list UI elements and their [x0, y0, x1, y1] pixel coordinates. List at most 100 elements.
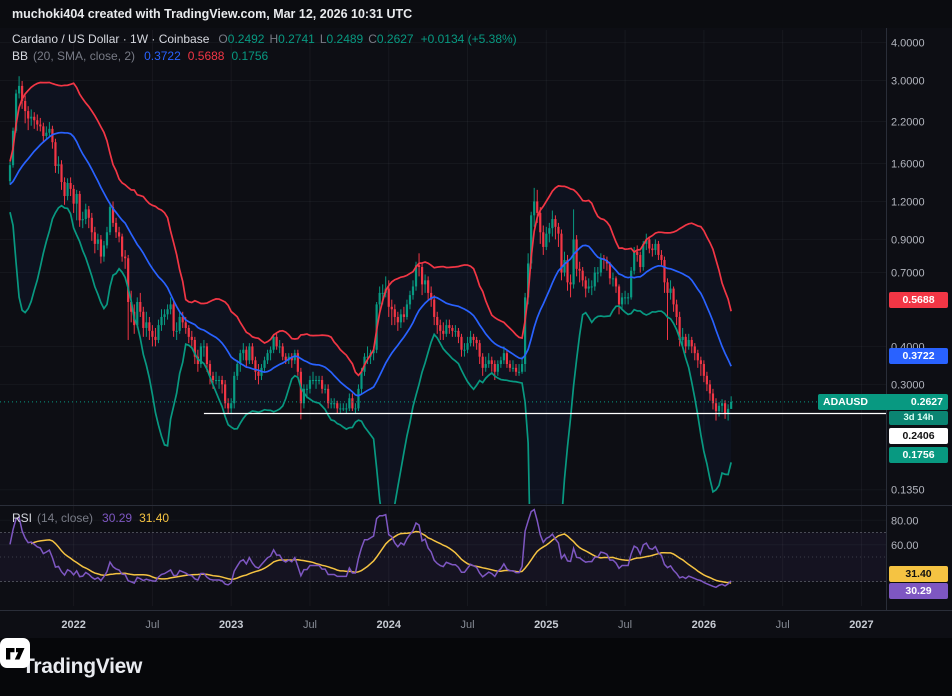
candle-body	[730, 401, 733, 409]
candle-body	[178, 316, 181, 331]
candle-body	[342, 408, 345, 410]
rsi-indicator-name[interactable]: RSI	[12, 511, 32, 525]
bb-upper-value: 0.5688	[187, 49, 225, 63]
low-label: L	[319, 32, 327, 46]
badge-symbol-price: ADAUSD 0.2627	[818, 393, 948, 410]
candle-body	[245, 349, 248, 361]
bb-indicator-name[interactable]: BB	[12, 49, 28, 63]
candle-body	[433, 299, 436, 317]
candle-body	[202, 346, 206, 348]
price-axis-label: 4.0000	[891, 38, 925, 50]
main-legend-row[interactable]: Cardano / US Dollar · 1W · Coinbase O 0.2…	[12, 32, 517, 46]
candle-body	[230, 403, 233, 409]
candle-body	[117, 232, 121, 237]
candle-body	[399, 314, 402, 323]
candle-body	[420, 267, 424, 285]
candle-body	[405, 304, 409, 317]
candle-body	[151, 330, 154, 337]
candle-body	[33, 116, 36, 121]
price-axis-label: 3.0000	[891, 76, 925, 88]
logo-tile	[0, 638, 30, 668]
candle-body	[593, 272, 596, 287]
candle-body	[657, 243, 660, 255]
candle-body	[236, 364, 239, 376]
candle-body	[569, 282, 572, 285]
low-value: 0.2489	[326, 32, 364, 46]
candle-body	[623, 297, 627, 299]
candle-body	[227, 403, 230, 409]
bb-legend-row[interactable]: BB (20, SMA, close, 2) 0.3722 0.5688 0.1…	[12, 49, 268, 63]
candle-body	[639, 254, 642, 268]
candle-body	[387, 288, 390, 307]
candle-body	[84, 209, 87, 220]
candle-body	[663, 259, 666, 283]
candle-body	[687, 339, 690, 347]
candle-body	[187, 327, 190, 337]
time-axis[interactable]: 2022 Jul 2023 Jul 2024 Jul 2025 Jul 2026 Jul 2027	[61, 619, 873, 631]
candle-body	[630, 270, 633, 298]
candle-body	[463, 349, 466, 351]
tradingview-wordmark[interactable]: TradingView	[22, 655, 142, 679]
candle-body	[233, 375, 236, 404]
top-bar: muchoki404 created with TradingView.com,…	[0, 0, 952, 28]
time-axis-label: Jul	[303, 619, 317, 631]
candle-body	[281, 346, 284, 357]
candle-body	[617, 286, 621, 305]
candle-body	[439, 325, 442, 331]
candle-body	[39, 124, 42, 127]
candle-body	[269, 349, 272, 354]
chart-canvas[interactable]: 4.0000 3.0000 2.2000 1.6000 1.2000 0.9000 0.70…	[0, 0, 952, 696]
candle-body	[551, 219, 554, 229]
candle-body	[442, 330, 445, 334]
badge-last-price: 0.2627	[910, 395, 943, 408]
candle-body	[611, 278, 615, 280]
candle-body	[205, 346, 209, 365]
candle-body	[505, 353, 509, 365]
candle-body	[520, 364, 524, 372]
rsi-value: 30.29	[102, 511, 133, 525]
candle-body	[69, 183, 72, 189]
candle-body	[445, 325, 448, 334]
badge-bb-upper: 0.5688	[889, 291, 948, 308]
candle-body	[317, 380, 321, 382]
candle-body	[257, 371, 260, 376]
price-axis-label: 0.7000	[891, 268, 925, 280]
time-axis-label: Jul	[618, 619, 632, 631]
candle-body	[575, 239, 578, 269]
candle-body	[690, 339, 693, 347]
tradingview-logo-icon[interactable]	[0, 638, 30, 668]
candle-body	[63, 182, 66, 197]
candle-body	[666, 282, 669, 293]
time-axis-label: 2022	[61, 619, 85, 631]
price-axis-label: 0.1350	[891, 485, 925, 497]
candle-body	[60, 164, 63, 183]
symbol-title[interactable]: Cardano / US Dollar · 1W · Coinbase	[12, 32, 209, 46]
rsi-legend-row[interactable]: RSI (14, close) 30.29 31.40	[12, 511, 169, 525]
close-label: C	[368, 32, 377, 46]
candle-body	[8, 165, 12, 182]
candle-body	[224, 384, 227, 404]
candle-body	[581, 270, 584, 281]
high-label: H	[269, 32, 279, 46]
candle-body	[148, 322, 151, 331]
candle-body	[190, 336, 193, 340]
open-label: O	[218, 32, 228, 46]
candle-body	[672, 288, 675, 305]
candle-body	[396, 316, 399, 323]
time-axis-label: Jul	[776, 619, 790, 631]
footer-bar: TradingView	[0, 638, 952, 696]
candle-body	[214, 380, 218, 382]
candle-body	[311, 380, 315, 382]
badge-support-price: 0.2406	[889, 427, 948, 444]
time-axis-label: 2023	[219, 619, 243, 631]
candle-body	[539, 212, 542, 233]
candle-body	[584, 280, 587, 289]
close-value: 0.2627	[376, 32, 414, 46]
candle-body	[345, 408, 348, 410]
candle-body	[702, 364, 705, 376]
badge-rsi-value: 30.29	[889, 583, 948, 600]
candle-body	[596, 272, 599, 274]
candle-body	[305, 388, 309, 390]
candle-body	[72, 188, 75, 204]
candle-body	[242, 349, 245, 354]
